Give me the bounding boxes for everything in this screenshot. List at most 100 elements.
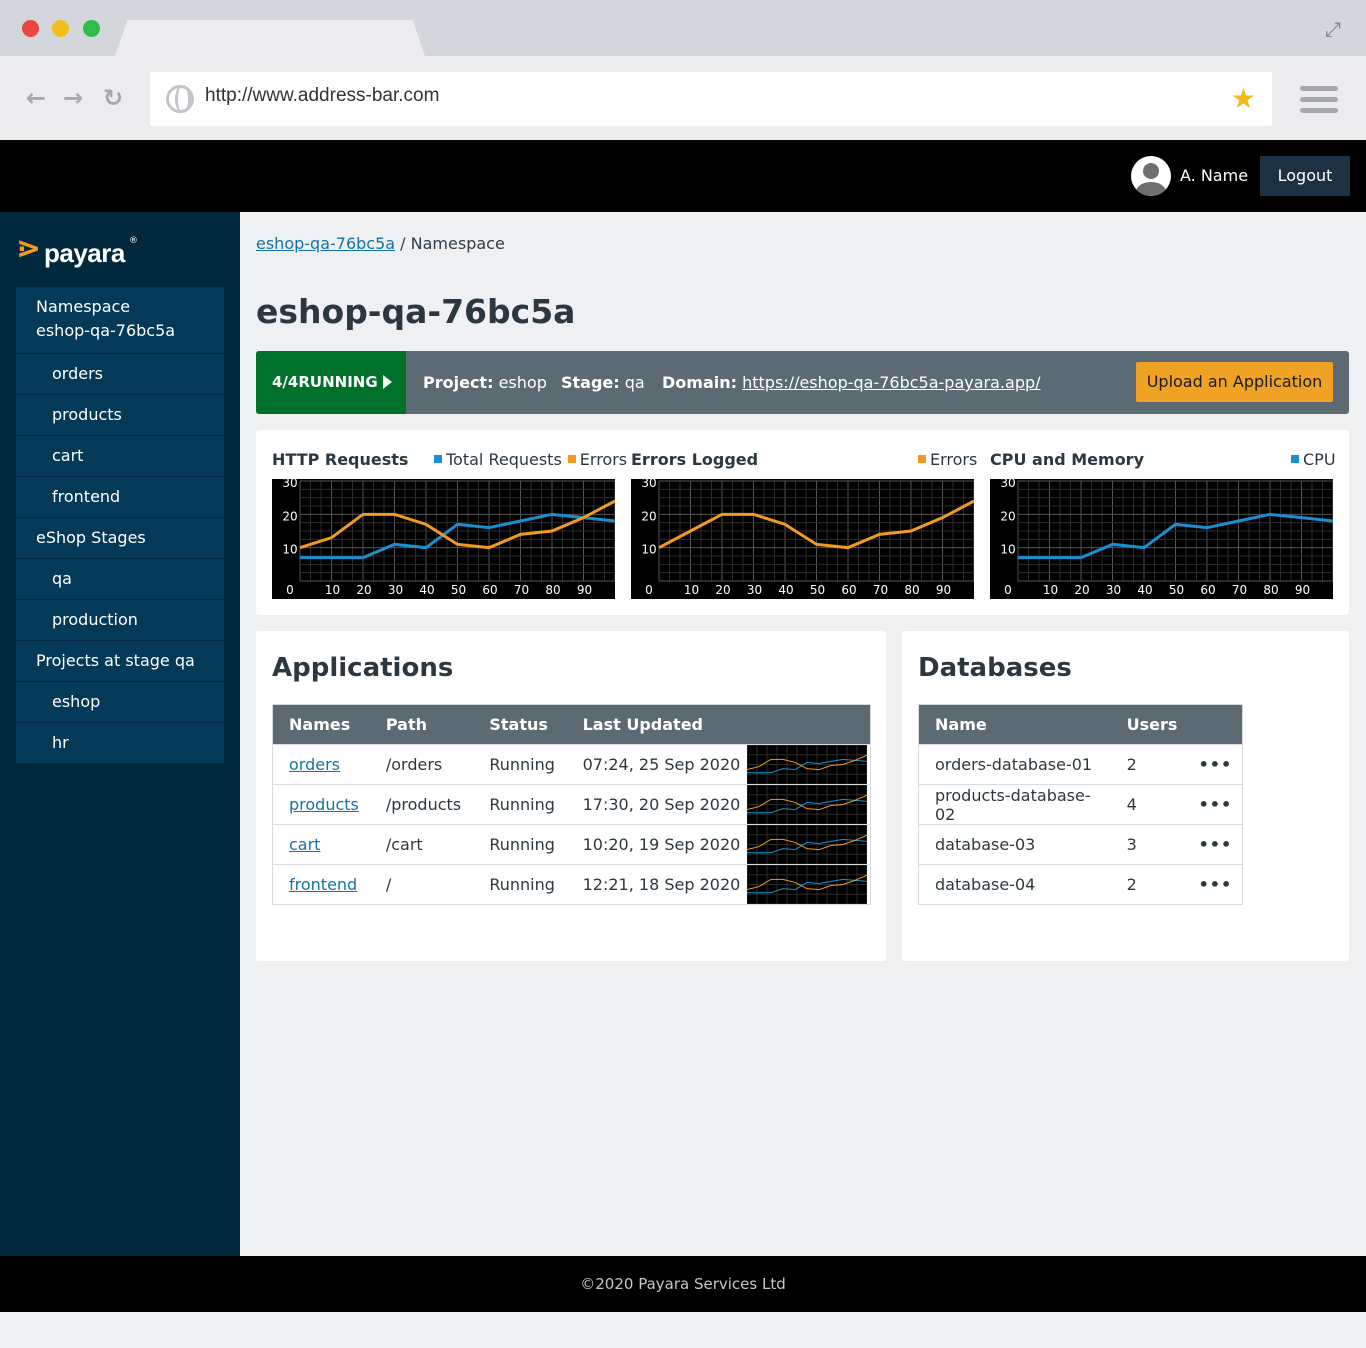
y-tick-label: 20 [282,509,297,523]
applications-card: Applications Names Path Status Last Upda… [256,631,886,961]
arrow-right-icon[interactable]: → [63,84,83,112]
x-tick-label: 70 [1232,583,1247,597]
more-options-icon[interactable]: ••• [1182,784,1243,825]
x-tick-label: 90 [936,583,951,597]
x-tick-label: 70 [514,583,529,597]
more-options-icon[interactable]: ••• [1182,864,1243,905]
address-bar[interactable]: http://www.address-bar.com ★ [150,72,1272,126]
logout-button[interactable]: Logout [1260,156,1350,196]
x-tick-label: 60 [482,583,497,597]
y-tick-label: 30 [641,479,656,490]
sidebar-item-projects[interactable]: Projects at stage qa [16,641,224,682]
app-link-cart[interactable]: cart [289,835,320,854]
legend-total-requests: Total Requests [446,450,562,469]
app-path: /orders [369,744,474,785]
running-status-badge[interactable]: 4/4RUNNING [256,351,406,414]
fullscreen-icon[interactable]: ⤢ [1322,18,1344,40]
sidebar-item-hr[interactable]: hr [16,723,224,764]
table-row[interactable]: cart /cart Running 10:20, 19 Sep 2020 [272,824,871,865]
column-header-names[interactable]: Names [272,704,370,745]
databases-title: Databases [918,653,1072,683]
sidebar-item-qa[interactable]: qa [16,559,224,600]
app-name-cell: frontend [272,864,370,905]
x-tick-label: 20 [1074,583,1089,597]
app-link-frontend[interactable]: frontend [289,875,357,894]
arrow-left-icon[interactable]: ← [26,84,46,112]
column-header-sparkline [746,704,871,745]
app-link-products[interactable]: products [289,795,359,814]
x-tick-label: 0 [286,583,294,597]
y-tick-label: 20 [641,509,656,523]
chart-title-http-requests: HTTP Requests [272,450,409,469]
table-header-row: Names Path Status Last Updated [272,704,871,745]
x-tick-label: 80 [545,583,560,597]
more-options-icon[interactable]: ••• [1182,824,1243,865]
domain-info: Domain: https://eshop-qa-76bc5a-payara.a… [662,373,1041,392]
sidebar-item-production[interactable]: production [16,600,224,641]
app-status: Running [473,744,567,785]
chart-title-cpu-memory: CPU and Memory [990,450,1144,469]
app-path: /cart [369,824,474,865]
close-window-icon[interactable] [22,20,39,37]
more-options-icon[interactable]: ••• [1182,744,1243,785]
chart-svg: 30 20 10 0 10 20 30 40 50 60 70 80 90 [641,476,975,597]
breadcrumb-separator: / [400,234,406,253]
app-sparkline [746,744,871,785]
app-link-orders[interactable]: orders [289,755,340,774]
x-tick-label: 40 [778,583,793,597]
upload-application-button[interactable]: Upload an Application [1136,362,1333,402]
sidebar-item-frontend[interactable]: frontend [16,477,224,518]
chart-legend-cpu: CPU [1285,450,1336,469]
chart-legend-errors: Errors [912,450,977,469]
column-header-path[interactable]: Path [369,704,474,745]
x-tick-label: 50 [810,583,825,597]
y-tick-label: 10 [641,543,656,557]
avatar[interactable] [1131,156,1171,196]
browser-tab[interactable] [115,20,425,56]
table-row[interactable]: products-database-02 4 ••• [918,784,1243,825]
table-row[interactable]: frontend / Running 12:21, 18 Sep 2020 [272,864,871,905]
column-header-last-updated[interactable]: Last Updated [566,704,747,745]
table-row[interactable]: orders /orders Running 07:24, 25 Sep 202… [272,744,871,785]
minimize-window-icon[interactable] [52,20,69,37]
column-header-status[interactable]: Status [473,704,567,745]
app-last-updated: 10:20, 19 Sep 2020 [566,824,747,865]
reload-icon[interactable]: ↻ [103,84,123,112]
table-row[interactable]: orders-database-01 2 ••• [918,744,1243,785]
databases-card: Databases Name Users orders-database-01 … [902,631,1349,961]
db-users: 2 [1110,864,1183,905]
db-users: 2 [1110,744,1183,785]
address-url[interactable]: http://www.address-bar.com [205,85,439,107]
sidebar-item-cart[interactable]: cart [16,436,224,477]
column-header-users[interactable]: Users [1110,704,1183,745]
db-users: 3 [1110,824,1183,865]
sidebar-item-orders[interactable]: orders [16,354,224,395]
column-header-name[interactable]: Name [918,704,1111,745]
project-label: Project: [423,373,494,392]
x-tick-label: 30 [747,583,762,597]
sidebar-item-namespace[interactable]: Namespace eshop-qa-76bc5a [16,287,224,354]
app-name-cell: orders [272,744,370,785]
sidebar-nav: Namespace eshop-qa-76bc5a orders product… [16,287,224,764]
x-tick-label: 70 [873,583,888,597]
sidebar-item-products[interactable]: products [16,395,224,436]
legend-swatch-errors [567,455,576,463]
sidebar-item-eshop[interactable]: eshop [16,682,224,723]
maximize-window-icon[interactable] [83,20,100,37]
sparkline-chart [746,825,867,864]
browser-titlebar: ⤢ [0,0,1366,56]
legend-cpu: CPU [1303,450,1336,469]
table-row[interactable]: database-03 3 ••• [918,824,1243,865]
applications-title: Applications [272,653,454,683]
breadcrumb-link[interactable]: eshop-qa-76bc5a [256,234,395,253]
stage-label: Stage: [561,373,620,392]
window-bottom-edge [0,1312,1366,1348]
payara-logo[interactable]: ⋗ payara ® [16,228,146,274]
hamburger-menu-icon[interactable] [1300,86,1338,119]
sidebar-item-eshop-stages[interactable]: eShop Stages [16,518,224,559]
domain-link[interactable]: https://eshop-qa-76bc5a-payara.app/ [742,373,1040,392]
star-icon[interactable]: ★ [1231,82,1256,115]
table-row[interactable]: database-04 2 ••• [918,864,1243,905]
fish-logo-icon: ⋗ [16,231,42,266]
table-row[interactable]: products /products Running 17:30, 20 Sep… [272,784,871,825]
